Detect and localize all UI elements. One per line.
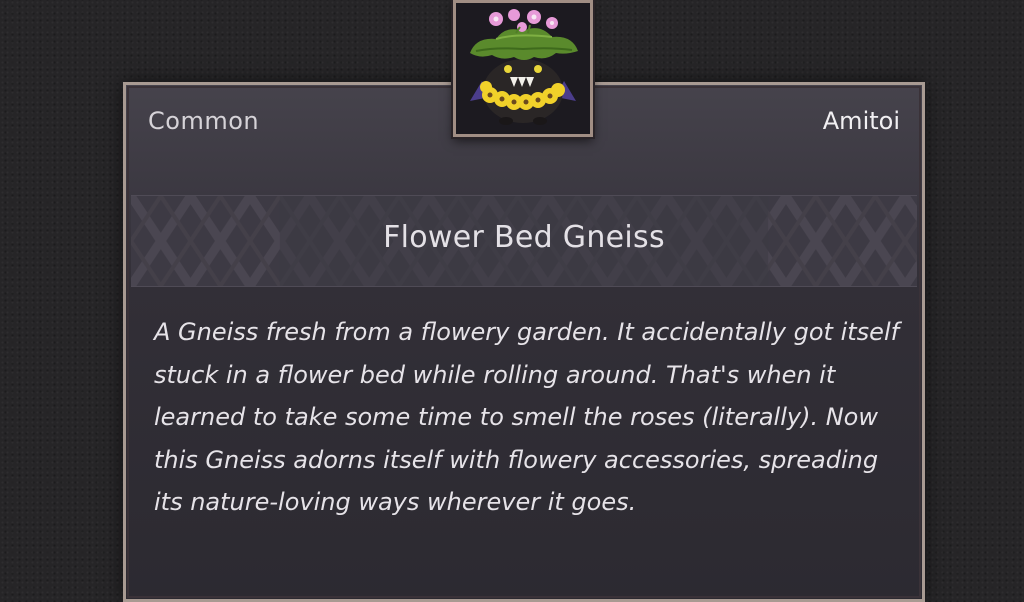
flower-bed-gneiss-icon: [456, 3, 590, 134]
item-portrait: [453, 0, 593, 137]
item-description: A Gneiss fresh from a flowery garden. It…: [154, 318, 900, 516]
item-name: Flower Bed Gneiss: [383, 220, 665, 255]
item-rarity: Common: [148, 107, 260, 135]
item-tooltip-card: Common Amitoi Flower Bed Gneiss A Gneiss…: [123, 82, 925, 602]
item-name-banner: Flower Bed Gneiss: [131, 195, 917, 287]
item-category: Amitoi: [822, 107, 900, 135]
